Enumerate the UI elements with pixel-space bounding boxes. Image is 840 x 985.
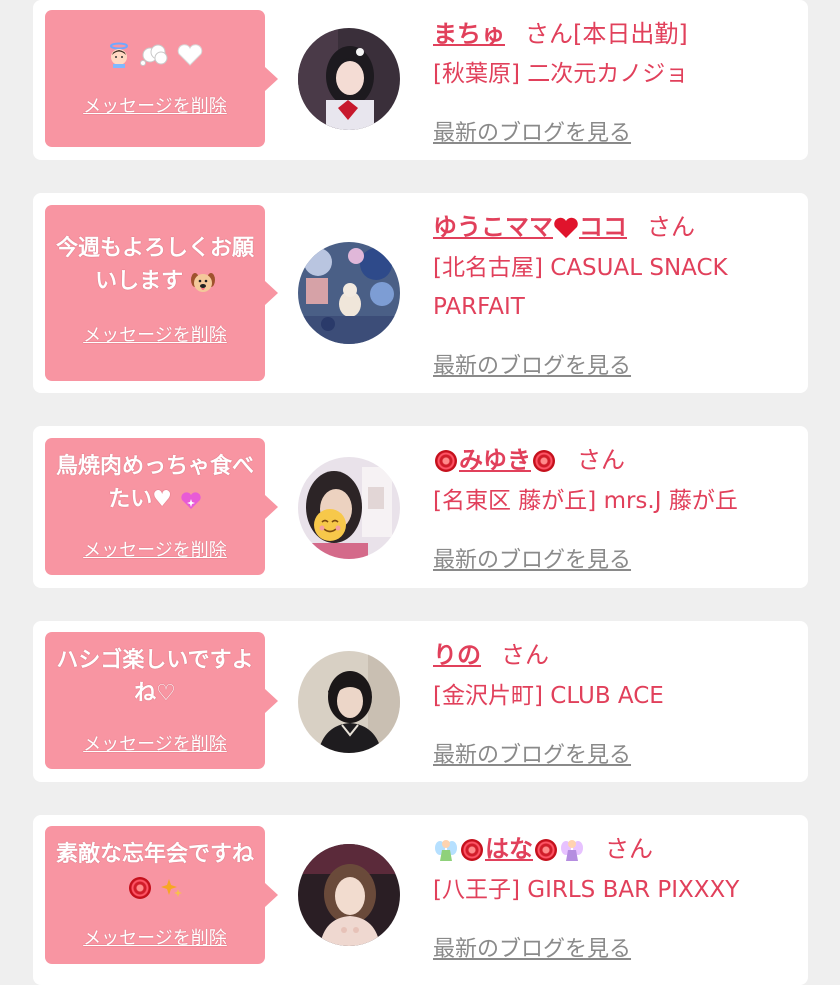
delete-message-link[interactable]: メッセージを削除 [45, 92, 265, 118]
honorific: さん [577, 446, 625, 474]
message-bubble: 鳥焼肉めっちゃ食べたい♥ メッセージを削除 [45, 438, 278, 575]
avatar[interactable] [298, 844, 400, 946]
girl-name-suffix: ココ [579, 213, 627, 241]
message-bubble: ハシゴ楽しいですよね♡ メッセージを削除 [45, 632, 278, 769]
message-text: 鳥焼肉めっちゃ食べたい♥ [53, 450, 257, 516]
girl-name: はな [485, 835, 533, 863]
dog-face-icon [190, 273, 215, 292]
girl-name-link[interactable]: ゆうこママ ココ [433, 213, 627, 241]
message-card: メッセージを削除 まちゅ さん[本日出勤] [秋葉原] 二次元カノジョ 最新のブロ… [33, 0, 808, 160]
name-row: みゆき さん [433, 440, 625, 475]
shop-name: [北名古屋] CASUAL SNACK PARFAIT [433, 255, 728, 320]
girl-name-link[interactable]: まちゅ [433, 20, 505, 48]
girl-name: みゆき [459, 446, 531, 474]
delete-message-link[interactable]: メッセージを削除 [45, 321, 265, 347]
name-row: まちゅ さん[本日出勤] [433, 14, 688, 49]
latest-blog-link[interactable]: 最新のブログを見る [433, 348, 631, 380]
shop-name: [金沢片町] CLUB ACE [433, 683, 664, 709]
message-card: 鳥焼肉めっちゃ食べたい♥ メッセージを削除 みゆき さん [名東区 藤が丘] mr… [33, 426, 808, 588]
name-row: はな さん [433, 829, 653, 864]
honorific: さん [647, 213, 695, 241]
rose-icon [129, 877, 152, 899]
delete-message-link[interactable]: メッセージを削除 [45, 924, 265, 950]
avatar[interactable] [298, 242, 400, 344]
message-text: 素敵な忘年会ですね [53, 838, 257, 904]
message-bubble: 素敵な忘年会ですね メッセージを削除 [45, 826, 278, 964]
message-card: 素敵な忘年会ですね メッセージを削除 はな さん [八王子] GIRLS BAR … [33, 815, 808, 985]
thought-bubble-icon [140, 44, 168, 66]
delete-message-link[interactable]: メッセージを削除 [45, 536, 265, 562]
message-card: ハシゴ楽しいですよね♡ メッセージを削除 りの さん [金沢片町] CLUB AC… [33, 621, 808, 782]
honorific: さん [605, 835, 653, 863]
avatar[interactable] [298, 28, 400, 130]
rose-icon [461, 839, 483, 861]
latest-blog-link[interactable]: 最新のブログを見る [433, 931, 631, 963]
white-heart-icon [177, 44, 202, 66]
honorific: さん[本日出勤] [525, 20, 688, 48]
rose-icon [533, 450, 555, 472]
honorific: さん [501, 641, 549, 669]
shop-name: [八王子] GIRLS BAR PIXXXY [433, 877, 740, 903]
sparkling-heart-icon [181, 492, 201, 509]
message-card: 今週もよろしくお願いします メッセージを削除 ゆうこママ ココ さん [北名古屋… [33, 193, 808, 393]
rose-icon [535, 839, 557, 861]
delete-message-link[interactable]: メッセージを削除 [45, 730, 265, 756]
avatar[interactable] [298, 457, 400, 559]
latest-blog-link[interactable]: 最新のブログを見る [433, 115, 631, 147]
girl-name-link[interactable]: みゆき [433, 446, 557, 474]
message-text [53, 38, 257, 71]
message-bubble: 今週もよろしくお願いします メッセージを削除 [45, 205, 278, 381]
message-body: 鳥焼肉めっちゃ食べたい♥ [55, 454, 254, 512]
avatar[interactable] [298, 651, 400, 753]
name-row: りの さん [433, 635, 549, 670]
name-row: ゆうこママ ココ さん [433, 207, 695, 242]
girl-name-link[interactable]: りの [433, 641, 481, 669]
message-text: ハシゴ楽しいですよね♡ [56, 648, 254, 706]
fairy-icon [561, 840, 583, 861]
girl-name-link[interactable]: はな [433, 835, 585, 863]
sparkles-icon [160, 879, 182, 897]
angel-icon [110, 42, 129, 68]
shop-name: [名東区 藤が丘] mrs.J 藤が丘 [433, 488, 738, 514]
latest-blog-link[interactable]: 最新のブログを見る [433, 737, 631, 769]
rose-icon [435, 450, 457, 472]
girl-name: ゆうこママ [433, 213, 553, 241]
shop-name: [秋葉原] 二次元カノジョ [433, 61, 689, 87]
message-text: 今週もよろしくお願いします [53, 232, 257, 298]
message-bubble: メッセージを削除 [45, 10, 278, 147]
message-body: 素敵な忘年会ですね [55, 842, 254, 867]
red-heart-icon [554, 217, 578, 238]
fairy-icon [435, 840, 457, 861]
message-body: 今週もよろしくお願いします [55, 236, 254, 294]
latest-blog-link[interactable]: 最新のブログを見る [433, 542, 631, 574]
